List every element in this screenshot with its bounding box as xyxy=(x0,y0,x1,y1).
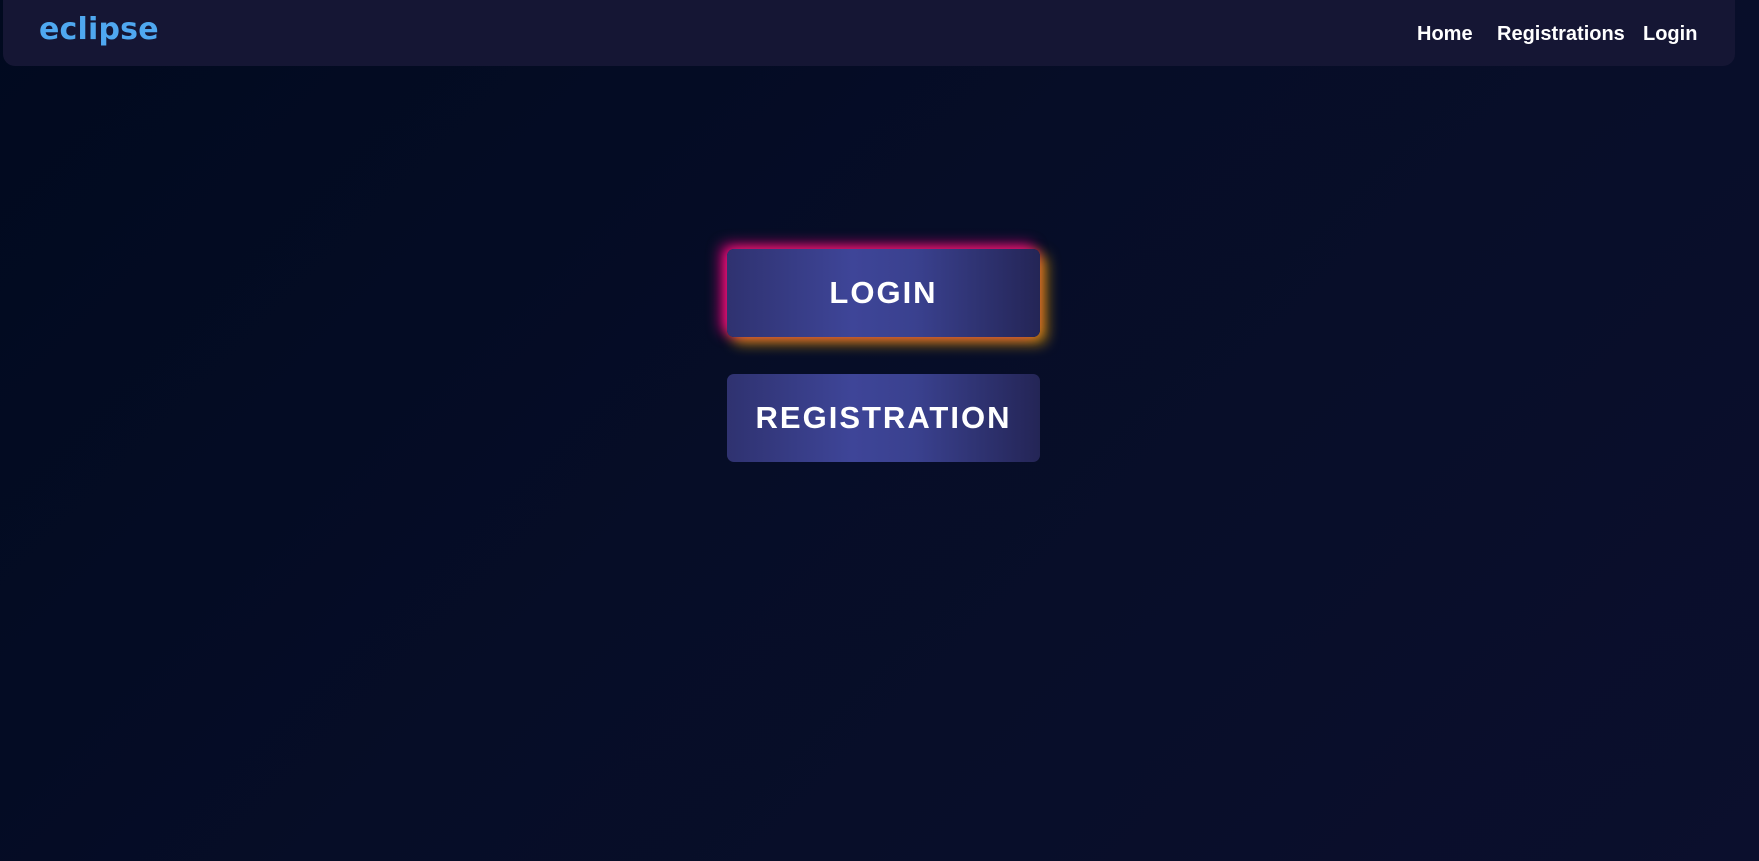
registration-button[interactable]: REGISTRATION xyxy=(727,374,1040,462)
nav-link-registrations[interactable]: Registrations xyxy=(1497,22,1625,46)
top-navbar: eclipse Home Registrations Login xyxy=(3,0,1735,66)
login-button[interactable]: LOGIN xyxy=(727,249,1040,337)
nav-links: Home Registrations Login xyxy=(3,22,1735,46)
nav-link-home[interactable]: Home xyxy=(1417,22,1473,46)
nav-link-login[interactable]: Login xyxy=(1643,22,1697,46)
